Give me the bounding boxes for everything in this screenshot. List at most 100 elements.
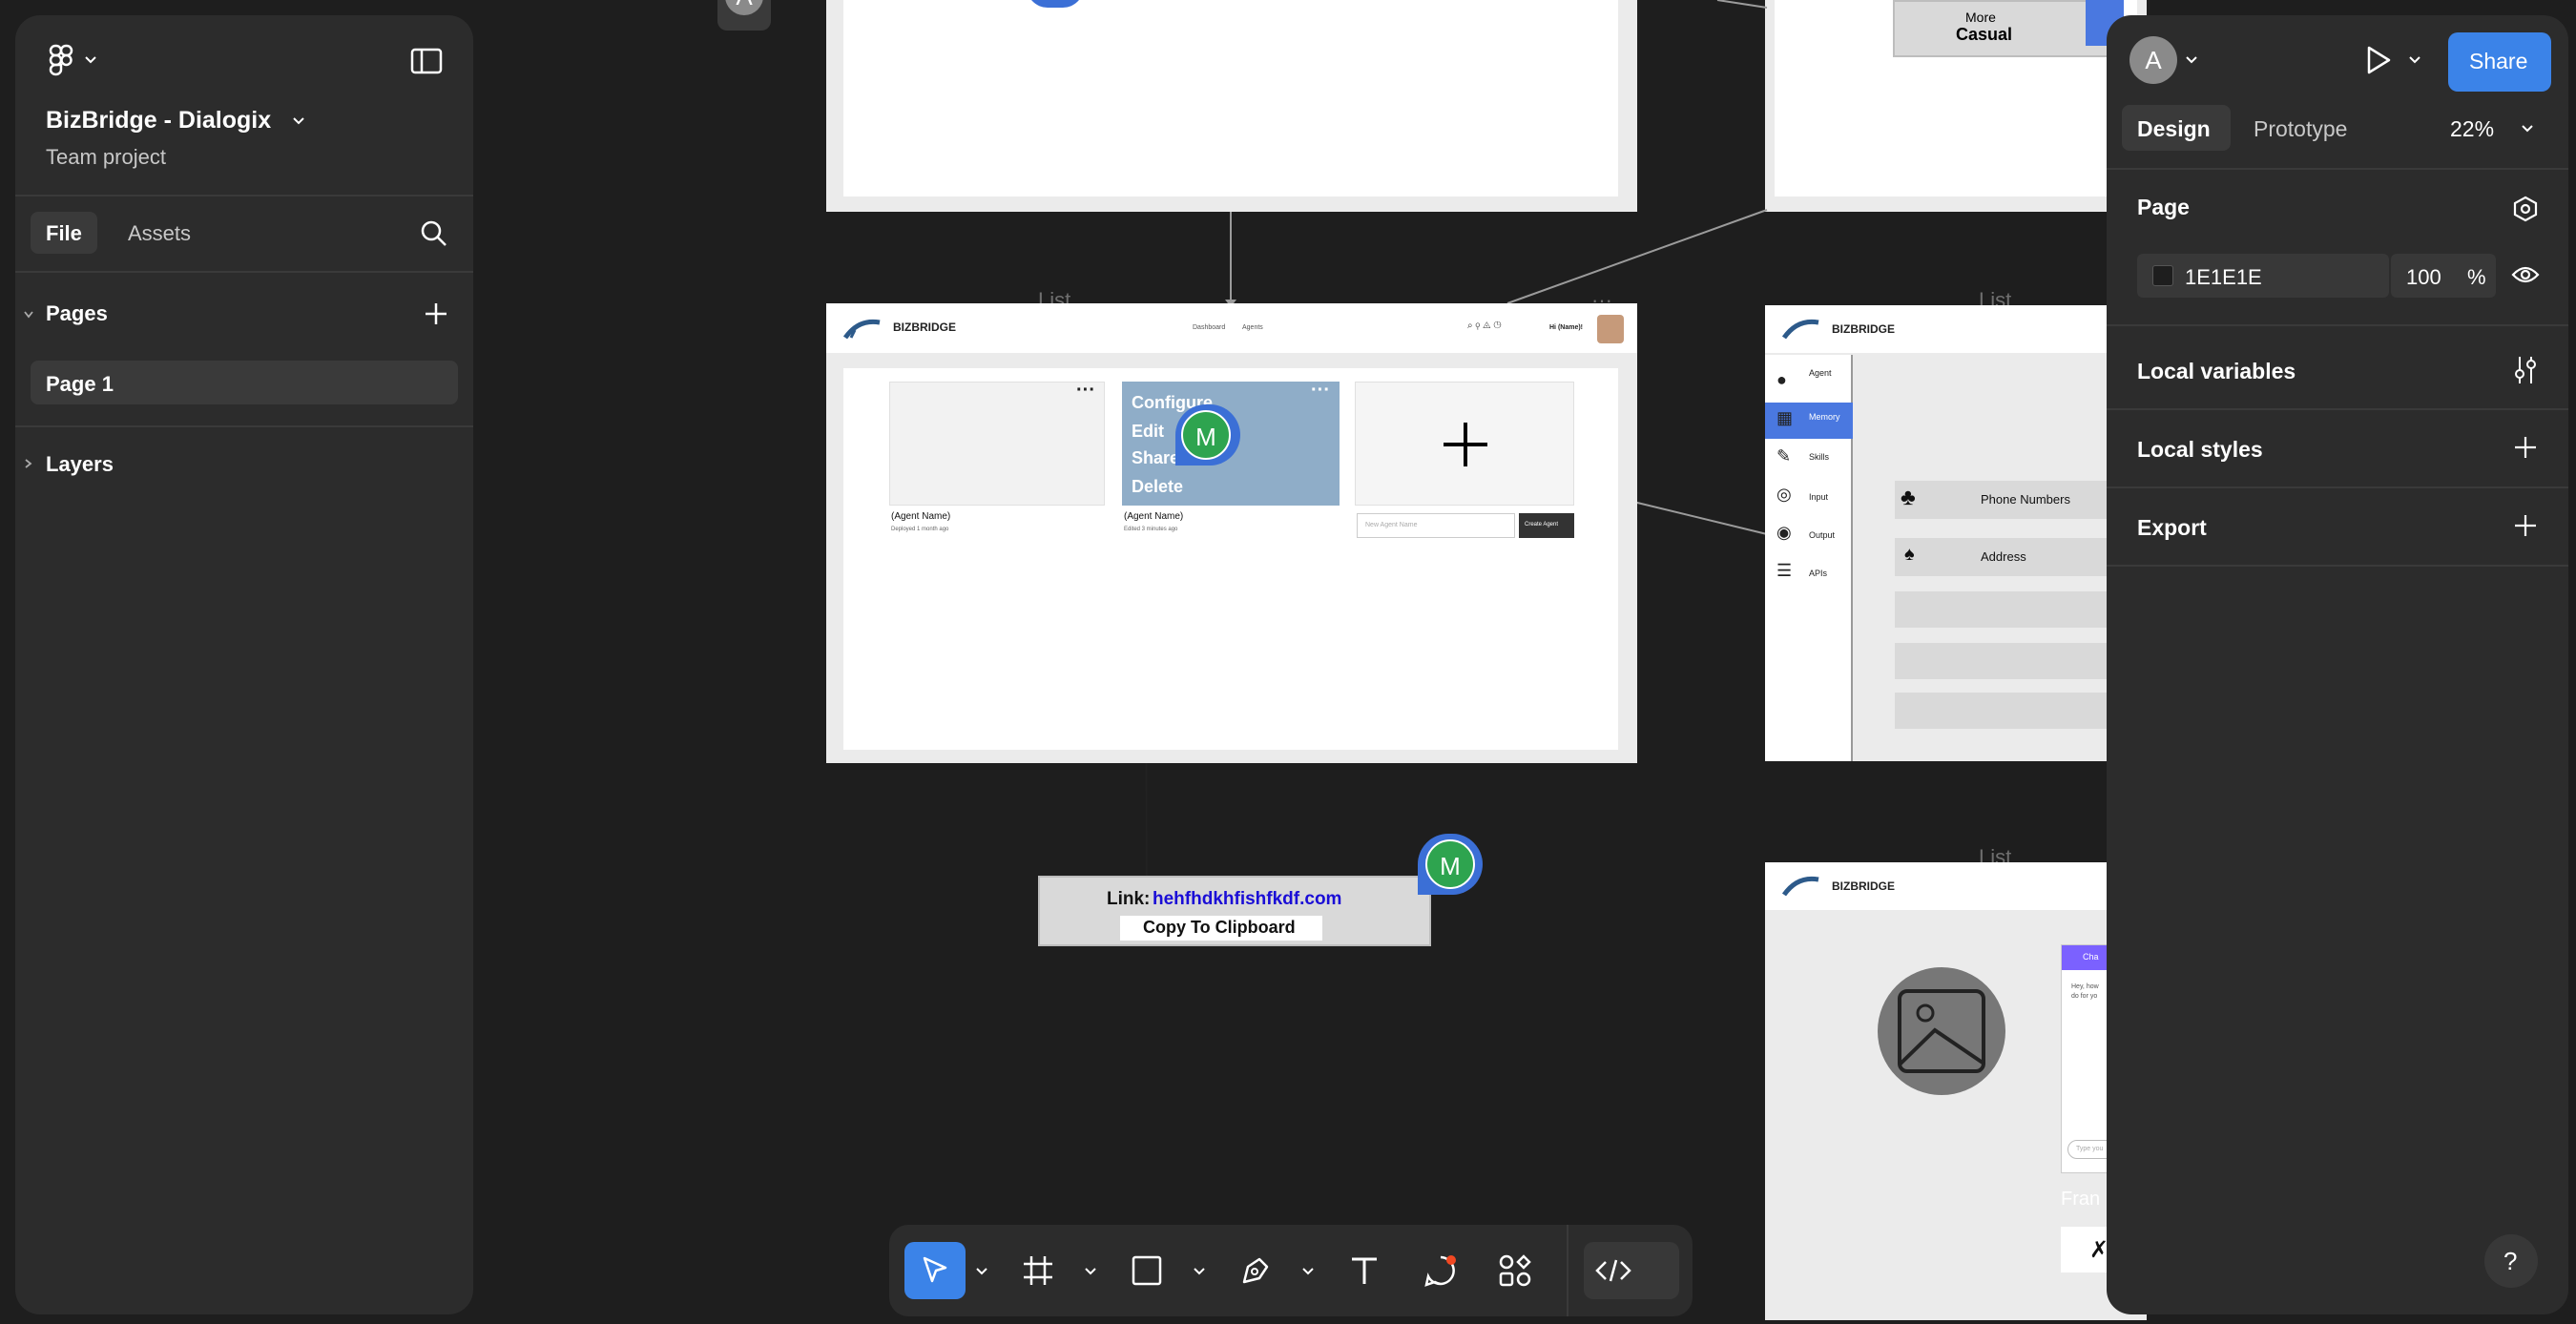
actions-tool-button[interactable] (1488, 1242, 1542, 1299)
frame-caption: Fran (2061, 1189, 2101, 1210)
copy-to-clipboard-button: Copy To Clipboard (1120, 916, 1322, 941)
frame-tool-chevron-icon[interactable] (1084, 1265, 1097, 1278)
share-button-label: Share (2469, 49, 2528, 73)
sidebar-skills: Skills (1809, 452, 1830, 462)
avatar-chevron-icon[interactable] (2185, 53, 2198, 67)
project-chevron-icon[interactable] (292, 114, 305, 128)
present-play-icon[interactable] (2364, 44, 2393, 76)
pen-tool-chevron-icon[interactable] (1301, 1265, 1315, 1278)
sidebar-agent: Agent (1809, 368, 1832, 378)
figma-logo-icon[interactable] (48, 44, 74, 76)
collaborator-cursor-m-1: M (1175, 404, 1240, 465)
search-icon[interactable] (420, 219, 448, 248)
nav-dashboard: Dashboard (1193, 324, 1226, 331)
project-name[interactable]: BizBridge - Dialogix (46, 107, 271, 134)
variables-adjust-icon[interactable] (2511, 355, 2540, 385)
add-page-icon[interactable] (424, 301, 448, 326)
rectangle-icon (1132, 1255, 1162, 1286)
frame-chat[interactable]: BIZBRIDGE Cha Hey, how do for yo Type yo… (1765, 862, 2148, 1320)
local-variables-title[interactable]: Local variables (2137, 359, 2296, 384)
frame-dashboard[interactable]: BIZBRIDGE Dashboard Agents ⌕ ⚲ ◬ ◷ Hi (N… (826, 303, 1637, 763)
cursor-arrow-icon (923, 1256, 947, 1283)
nav-agents: Agents (1242, 324, 1263, 331)
sidebar-toggle-icon[interactable] (410, 48, 443, 74)
text-tool-button[interactable] (1338, 1242, 1391, 1299)
brand-name-3: BIZBRIDGE (1832, 879, 1895, 893)
left-panel: BizBridge - Dialogix Team project File A… (15, 15, 473, 1314)
page-opacity-field[interactable]: 100 % (2391, 254, 2496, 298)
tab-file[interactable]: File (31, 212, 97, 254)
local-styles-title[interactable]: Local styles (2137, 437, 2263, 463)
bottom-toolbar (889, 1225, 1693, 1316)
chevron-down-icon[interactable] (84, 53, 97, 67)
memory-placeholder-2 (1895, 643, 2107, 679)
share-button[interactable]: Share (2448, 32, 2551, 92)
agent-card-2-meta: Edited 3 minutes ago (1124, 527, 1178, 532)
zoom-level[interactable]: 22% (2450, 116, 2494, 142)
team-label[interactable]: Team project (46, 145, 166, 170)
rectangle-tool-button[interactable] (1120, 1242, 1174, 1299)
page-item-page-1[interactable]: Page 1 (31, 361, 458, 404)
comment-bubble-icon (1424, 1255, 1456, 1287)
collaborator-avatar-m-2: M (1425, 839, 1475, 889)
memory-header: BIZBRIDGE (1765, 305, 2147, 353)
chat-msg-1: Hey, how (2071, 983, 2099, 990)
layers-header[interactable]: Layers (46, 452, 114, 477)
frame-tool-button[interactable] (1011, 1242, 1065, 1299)
opacity-value[interactable]: 100 (2406, 265, 2441, 290)
rectangle-tool-chevron-icon[interactable] (1193, 1265, 1206, 1278)
new-agent-card (1355, 382, 1574, 506)
color-swatch[interactable] (2152, 265, 2173, 286)
collaborator-cursor-m-2: M (1418, 834, 1483, 895)
link-value: hehfhdkhfishfkdf.com (1153, 889, 1342, 909)
add-style-icon[interactable] (2513, 435, 2538, 460)
chat-widget-title: Cha (2083, 952, 2099, 962)
share-link-popup[interactable]: Link: hehfhdkhfishfkdf.com Copy To Clipb… (1038, 876, 1431, 946)
bizbridge-logo-icon (843, 319, 881, 340)
page-color-field[interactable]: 1E1E1E (2137, 254, 2389, 298)
sidebar-memory: Memory (1809, 412, 1840, 422)
comment-tool-button[interactable] (1414, 1242, 1467, 1299)
eye-icon[interactable] (2511, 263, 2540, 286)
tab-assets[interactable]: Assets (128, 221, 191, 246)
toolbar-divider (1567, 1225, 1568, 1316)
copy-label: Copy To Clipboard (1143, 918, 1296, 937)
page-section-title: Page (2137, 195, 2190, 219)
pages-chevron-icon[interactable] (23, 309, 34, 321)
page-item-label: Page 1 (46, 372, 114, 396)
brand-name-2: BIZBRIDGE (1832, 322, 1895, 336)
context-edit: Edit (1132, 422, 1164, 441)
export-title[interactable]: Export (2137, 515, 2207, 541)
help-button[interactable]: ? (2484, 1234, 2538, 1288)
component-settings-icon[interactable] (2511, 195, 2540, 223)
create-agent-button: Create Agent (1519, 513, 1574, 538)
color-hex-value[interactable]: 1E1E1E (2185, 265, 2262, 290)
chat-msg-2: do for yo (2071, 993, 2098, 1000)
pages-header[interactable]: Pages (46, 301, 108, 326)
agent-card-1-meta: Deployed 1 month ago (891, 527, 949, 532)
move-tool-chevron-icon[interactable] (975, 1265, 988, 1278)
context-share: Share (1132, 448, 1180, 467)
dashboard-header: BIZBRIDGE Dashboard Agents ⌕ ⚲ ◬ ◷ Hi (N… (826, 303, 1637, 353)
layers-chevron-icon[interactable] (23, 458, 34, 469)
memory-placeholder-3 (1895, 693, 2107, 729)
move-tool-button[interactable] (904, 1242, 966, 1299)
zoom-chevron-icon[interactable] (2521, 122, 2534, 135)
agent-card-2-name: (Agent Name) (1124, 511, 1184, 522)
add-export-icon[interactable] (2513, 513, 2538, 538)
tab-prototype[interactable]: Prototype (2254, 116, 2347, 142)
tab-design-label: Design (2137, 116, 2211, 141)
dev-mode-toggle[interactable] (1584, 1242, 1679, 1299)
pen-tool-button[interactable] (1229, 1242, 1282, 1299)
memory-item-phone: ♣ Phone Numbers (1895, 481, 2107, 519)
memory-item-phone-label: Phone Numbers (1981, 492, 2070, 507)
tab-design[interactable]: Design (2122, 105, 2231, 151)
new-agent-placeholder: New Agent Name (1365, 522, 1418, 528)
image-placeholder (1878, 967, 2005, 1095)
plus-icon (1444, 423, 1487, 466)
user-avatar-a[interactable]: A (2129, 36, 2177, 84)
create-agent-label: Create Agent (1525, 522, 1559, 528)
present-chevron-icon[interactable] (2408, 53, 2421, 67)
header-icons: ⌕ ⚲ ◬ ◷ (1467, 321, 1502, 331)
memory-placeholder-1 (1895, 591, 2107, 628)
